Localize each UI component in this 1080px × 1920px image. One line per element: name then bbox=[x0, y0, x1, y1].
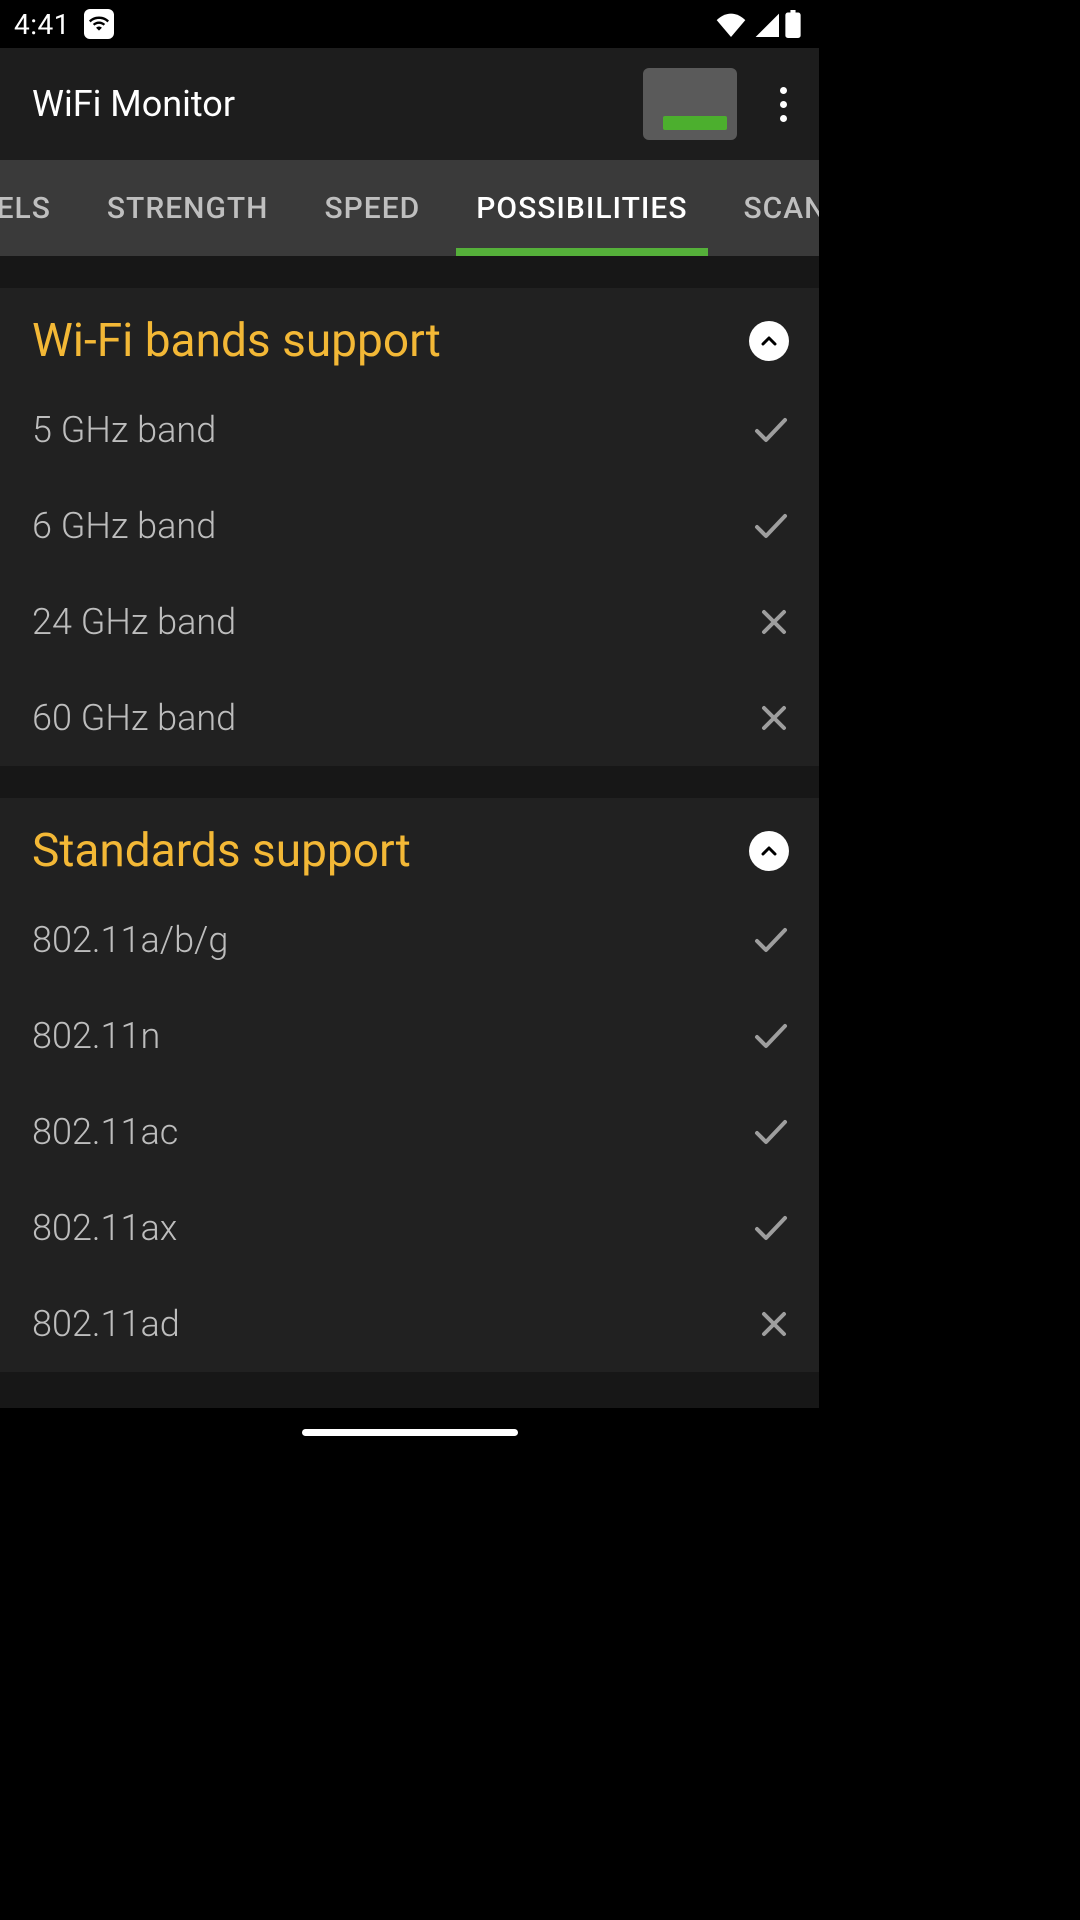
row-label: 802.11n bbox=[32, 1015, 160, 1057]
list-item: 6 GHz band bbox=[0, 478, 819, 574]
check-icon bbox=[753, 926, 789, 954]
tab-label: SPEED bbox=[324, 191, 420, 226]
check-icon bbox=[753, 1214, 789, 1242]
battery-icon bbox=[785, 10, 801, 38]
tabs[interactable]: NNELS STRENGTH SPEED POSSIBILITIES SCAN bbox=[0, 160, 819, 256]
list-item: 60 GHz band bbox=[0, 670, 819, 766]
row-label: 60 GHz band bbox=[32, 697, 236, 739]
system-nav-bar bbox=[0, 1408, 819, 1456]
tab-possibilities[interactable]: POSSIBILITIES bbox=[448, 160, 715, 256]
app-title: WiFi Monitor bbox=[32, 83, 643, 125]
row-label: 24 GHz band bbox=[32, 601, 236, 643]
content-scroll[interactable]: Wi-Fi bands support 5 GHz band 6 GHz ban… bbox=[0, 256, 819, 1408]
chevron-up-icon bbox=[760, 845, 778, 857]
section-header[interactable]: Wi-Fi bands support bbox=[0, 288, 819, 382]
status-time: 4:41 bbox=[14, 8, 70, 41]
check-icon bbox=[753, 1118, 789, 1146]
tab-channels[interactable]: NNELS bbox=[0, 160, 79, 256]
status-right bbox=[715, 10, 801, 38]
section-bands: Wi-Fi bands support 5 GHz band 6 GHz ban… bbox=[0, 288, 819, 766]
tab-label: SCAN bbox=[744, 191, 820, 226]
list-item: 802.11n bbox=[0, 988, 819, 1084]
tab-scan[interactable]: SCAN bbox=[716, 160, 820, 256]
check-icon bbox=[753, 416, 789, 444]
home-indicator[interactable] bbox=[302, 1429, 518, 1436]
tab-label: STRENGTH bbox=[107, 191, 269, 226]
section-title: Standards support bbox=[32, 824, 411, 878]
status-left: 4:41 bbox=[14, 8, 114, 41]
signal-level-badge[interactable] bbox=[643, 68, 737, 140]
app-bar: WiFi Monitor bbox=[0, 48, 819, 160]
collapse-button[interactable] bbox=[749, 321, 789, 361]
row-label: 802.11ac bbox=[32, 1111, 178, 1153]
row-label: 6 GHz band bbox=[32, 505, 216, 547]
check-icon bbox=[753, 512, 789, 540]
row-label: 802.11a/b/g bbox=[32, 919, 228, 961]
wifi-monitor-app-icon bbox=[84, 9, 114, 39]
list-item: 802.11ad bbox=[0, 1276, 819, 1372]
section-standards: Standards support 802.11a/b/g 802.11n 80… bbox=[0, 798, 819, 1372]
chevron-up-icon bbox=[760, 335, 778, 347]
overflow-menu-button[interactable] bbox=[759, 80, 807, 128]
cell-signal-icon bbox=[753, 11, 779, 37]
tab-label: POSSIBILITIES bbox=[476, 191, 687, 226]
section-header[interactable]: Standards support bbox=[0, 798, 819, 892]
check-icon bbox=[753, 1022, 789, 1050]
wifi-icon bbox=[715, 11, 747, 37]
collapse-button[interactable] bbox=[749, 831, 789, 871]
row-label: 802.11ax bbox=[32, 1207, 177, 1249]
list-item: 802.11a/b/g bbox=[0, 892, 819, 988]
cross-icon bbox=[759, 607, 789, 637]
tab-label: NNELS bbox=[0, 191, 51, 226]
row-label: 802.11ad bbox=[32, 1303, 180, 1345]
list-item: 5 GHz band bbox=[0, 382, 819, 478]
spacer bbox=[0, 256, 819, 288]
row-label: 5 GHz band bbox=[32, 409, 216, 451]
section-gap bbox=[0, 766, 819, 798]
tab-strength[interactable]: STRENGTH bbox=[79, 160, 297, 256]
list-item: 802.11ac bbox=[0, 1084, 819, 1180]
tab-speed[interactable]: SPEED bbox=[296, 160, 448, 256]
list-item: 802.11ax bbox=[0, 1180, 819, 1276]
section-title: Wi-Fi bands support bbox=[32, 314, 441, 368]
cross-icon bbox=[759, 1309, 789, 1339]
status-bar: 4:41 bbox=[0, 0, 819, 48]
cross-icon bbox=[759, 703, 789, 733]
list-item: 24 GHz band bbox=[0, 574, 819, 670]
